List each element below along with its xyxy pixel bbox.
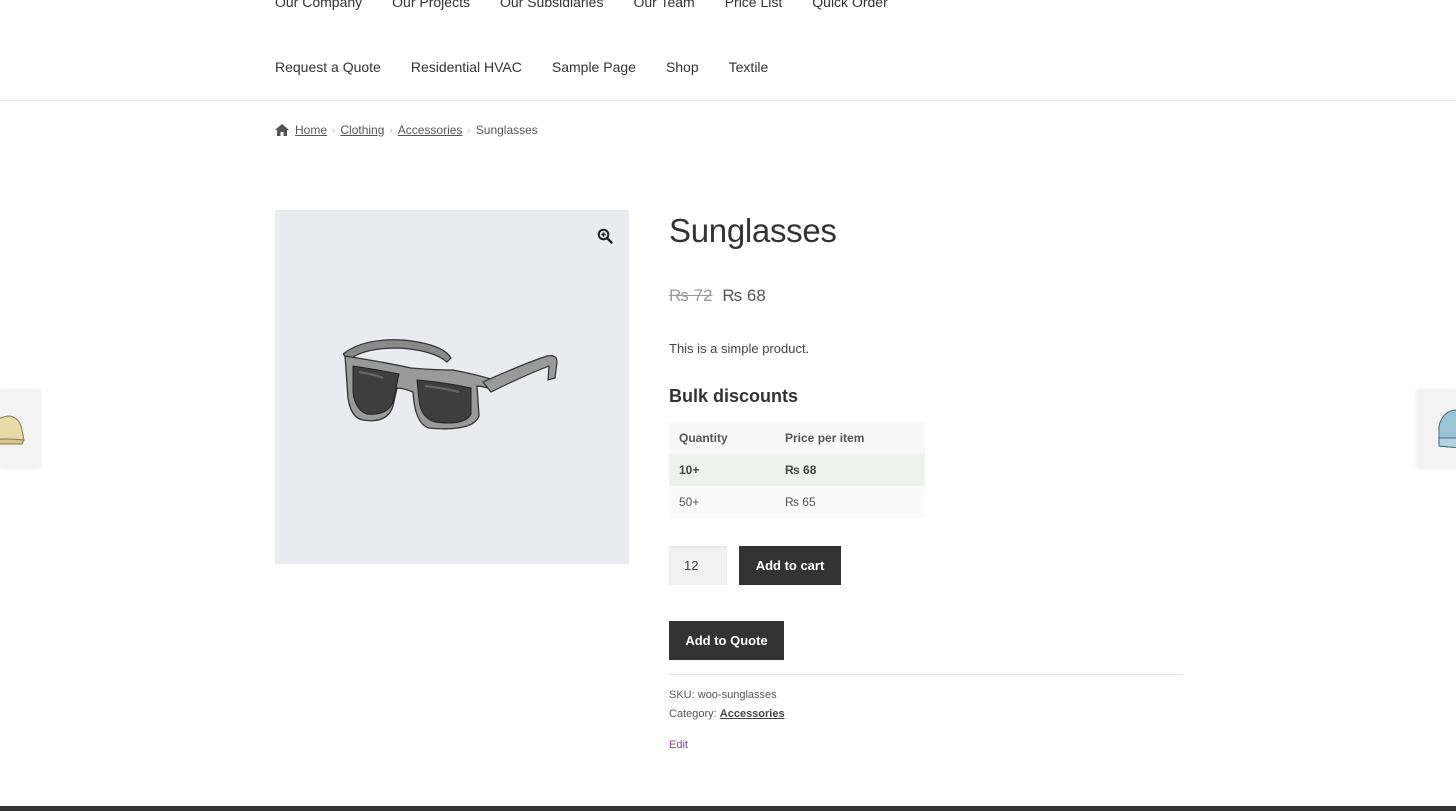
tier-quantity: 10+ <box>669 454 775 486</box>
beanie-thumbnail-icon <box>1438 409 1456 449</box>
edit-product-link[interactable]: Edit <box>669 739 688 751</box>
divider <box>669 674 1183 675</box>
nav-item-our-projects[interactable]: Our Projects <box>392 0 470 10</box>
nav-item-our-subsidiaries[interactable]: Our Subsidiaries <box>500 0 604 10</box>
nav-item-price-list[interactable]: Price List <box>725 0 783 10</box>
nav-item-our-team[interactable]: Our Team <box>633 0 694 10</box>
sku-label: SKU: <box>669 689 695 701</box>
breadcrumb: Home › Clothing › Accessories › Sunglass… <box>275 123 538 137</box>
nav-item-textile[interactable]: Textile <box>729 59 769 75</box>
home-icon <box>275 124 289 136</box>
column-header-price-per-item: Price per item <box>775 422 925 454</box>
nav-item-quick-order[interactable]: Quick Order <box>812 0 887 10</box>
primary-nav-row-2: Request a Quote Residential HVAC Sample … <box>275 59 798 75</box>
breadcrumb-current: Sunglasses <box>475 123 538 137</box>
product-price: ₨ 72 ₨ 68 <box>669 286 766 306</box>
primary-nav-row-1: Our Company Our Projects Our Subsidiarie… <box>275 0 918 10</box>
zoom-in-icon[interactable] <box>597 228 613 244</box>
nav-item-sample-page[interactable]: Sample Page <box>552 59 636 75</box>
sale-price: ₨ 68 <box>722 286 766 305</box>
table-row: 50+ ₨ 65 <box>669 486 925 518</box>
breadcrumb-separator: › <box>467 124 471 136</box>
category-link[interactable]: Accessories <box>720 708 785 720</box>
table-row: 10+ ₨ 68 <box>669 454 925 486</box>
add-to-quote-button[interactable]: Add to Quote <box>669 621 784 660</box>
breadcrumb-accessories-link[interactable]: Accessories <box>398 123 463 137</box>
cap-thumbnail-icon <box>0 415 25 445</box>
regular-price: ₨ 72 <box>669 286 713 305</box>
breadcrumb-home-link[interactable]: Home <box>295 123 327 137</box>
product-sku: SKU: woo-sunglasses <box>669 689 777 701</box>
nav-item-residential-hvac[interactable]: Residential HVAC <box>411 59 522 75</box>
product-category: Category: Accessories <box>669 708 785 720</box>
bulk-discounts-heading: Bulk discounts <box>669 386 799 406</box>
tier-quantity: 50+ <box>669 486 775 518</box>
quantity-input[interactable] <box>669 546 727 585</box>
bulk-discounts-table: Quantity Price per item 10+ ₨ 68 50+ ₨ 6… <box>669 422 925 518</box>
sku-value: woo-sunglasses <box>697 689 777 701</box>
breadcrumb-separator: › <box>332 124 336 136</box>
table-header-row: Quantity Price per item <box>669 422 925 454</box>
breadcrumb-clothing-link[interactable]: Clothing <box>340 123 384 137</box>
category-label: Category: <box>669 708 717 720</box>
previous-product-link[interactable] <box>0 390 40 468</box>
product-gallery-image[interactable] <box>275 210 629 564</box>
site-header: Our Company Our Projects Our Subsidiarie… <box>0 0 1456 101</box>
nav-item-our-company[interactable]: Our Company <box>275 0 362 10</box>
column-header-quantity: Quantity <box>669 422 775 454</box>
next-product-link[interactable] <box>1417 390 1456 468</box>
sunglasses-image <box>343 339 558 430</box>
breadcrumb-separator: › <box>389 124 393 136</box>
product-title: Sunglasses <box>669 212 837 249</box>
nav-item-shop[interactable]: Shop <box>666 59 699 75</box>
product-short-description: This is a simple product. <box>669 341 810 356</box>
footer-edge <box>0 806 1456 811</box>
add-to-cart-button[interactable]: Add to cart <box>739 546 841 585</box>
tier-price: ₨ 65 <box>775 486 925 518</box>
nav-item-request-a-quote[interactable]: Request a Quote <box>275 59 381 75</box>
tier-price: ₨ 68 <box>775 454 925 486</box>
